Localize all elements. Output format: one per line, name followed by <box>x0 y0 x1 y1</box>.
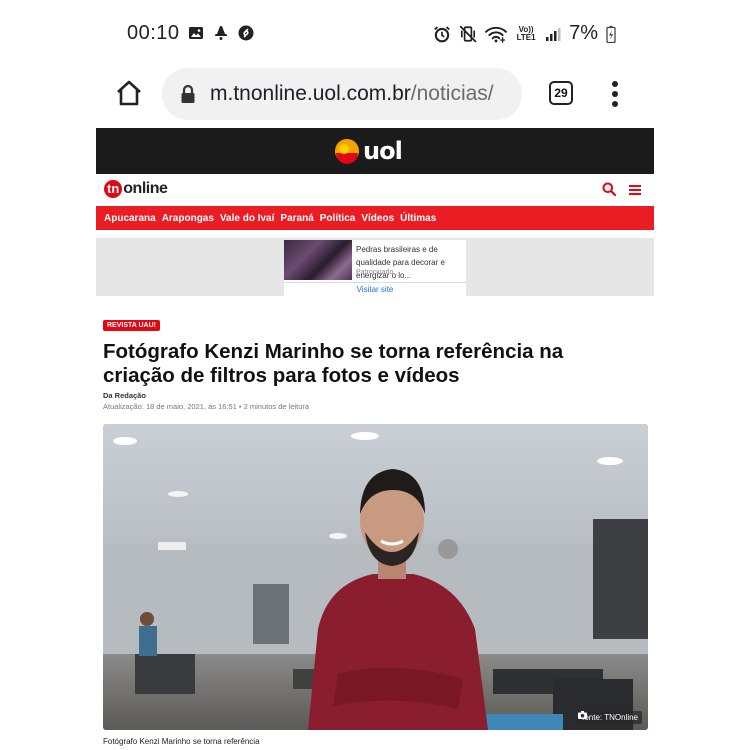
article-headline: Fotógrafo Kenzi Marinho se torna referên… <box>103 340 564 387</box>
status-bar: 00:10 Vo)) LTE1 7% <box>96 0 654 66</box>
lock-icon <box>181 84 195 103</box>
uol-logo[interactable]: uol <box>334 136 403 166</box>
notification-icons <box>188 25 254 41</box>
ad-text: Pedras brasileiras e de qualidade para d… <box>356 245 445 280</box>
phone-screen: 00:10 Vo)) LTE1 7% m.tnonline.uol.com.br… <box>96 0 654 750</box>
ad-banner: Pedras brasileiras e de qualidade para d… <box>96 238 654 296</box>
site-header: tn online <box>96 174 654 206</box>
right-margin <box>654 0 750 750</box>
gallery-icon <box>189 27 203 39</box>
browser-toolbar: m.tnonline.uol.com.br/noticias/ 29 <box>96 66 654 122</box>
tnonline-logo-badge: tn <box>104 180 123 198</box>
browser-menu-icon[interactable] <box>610 80 620 108</box>
status-time: 00:10 <box>127 22 180 44</box>
vibrate-mute-icon <box>459 24 477 43</box>
nav-item-parana[interactable]: Paraná <box>280 213 313 224</box>
alarm-icon <box>434 25 451 42</box>
url-bar[interactable]: m.tnonline.uol.com.br/noticias/ <box>162 68 522 120</box>
ad-sponsor-label: Patrocinado <box>356 269 394 276</box>
shazam-icon <box>238 25 254 41</box>
nav-item-videos[interactable]: Vídeos <box>361 213 394 224</box>
nav-item-vale-do-ivai[interactable]: Vale do Ivaí <box>220 213 274 224</box>
uol-header: uol <box>96 128 654 174</box>
left-margin <box>0 0 96 750</box>
ad-card[interactable]: Pedras brasileiras e de qualidade para d… <box>284 240 466 296</box>
uol-wordmark: uol <box>363 137 403 165</box>
article-meta: Atualização: 18 de maio, 2021, às 16:51 … <box>103 402 310 411</box>
tab-count: 29 <box>554 86 568 100</box>
url-text: m.tnonline.uol.com.br/noticias/ <box>210 82 494 106</box>
home-icon[interactable] <box>114 78 144 108</box>
system-status: Vo)) LTE1 7% <box>433 22 616 45</box>
article-tag[interactable]: REVISTA UAU! <box>103 320 160 331</box>
photo-illustration <box>103 424 648 730</box>
tab-switcher-button[interactable]: 29 <box>549 81 573 105</box>
camera-icon <box>578 711 588 719</box>
nav-item-politica[interactable]: Política <box>320 213 356 224</box>
volte-label: Vo)) LTE1 <box>516 24 536 42</box>
uol-logo-icon <box>335 139 359 164</box>
notification-bell-icon <box>215 26 227 40</box>
category-nav: Apucarana Arapongas Vale do Ivaí Paraná … <box>96 206 654 230</box>
photo-credit-text: fonte: TNOnline <box>582 713 638 722</box>
nav-item-ultimas[interactable]: Últimas <box>400 213 436 224</box>
url-host: m.tnonline.uol.com.br <box>210 82 411 105</box>
photo-caption: Fotógrafo Kenzi Marinho se torna referên… <box>103 737 260 746</box>
battery-percent: 7% <box>569 22 598 44</box>
battery-charging-icon <box>606 25 616 43</box>
photo-credit: fonte: TNOnline <box>578 711 642 724</box>
wifi-icon <box>485 26 507 43</box>
nav-item-arapongas[interactable]: Arapongas <box>162 213 214 224</box>
hamburger-menu-icon[interactable] <box>629 185 641 195</box>
ad-visit-button[interactable]: Visitar site <box>284 282 466 296</box>
nav-item-apucarana[interactable]: Apucarana <box>104 213 156 224</box>
ad-image <box>284 240 352 280</box>
url-path: /noticias/ <box>410 82 494 105</box>
tnonline-logo-word: online <box>123 180 168 197</box>
signal-icon <box>546 27 561 41</box>
tnonline-logo[interactable]: tn online <box>104 180 168 198</box>
search-icon[interactable] <box>602 182 616 196</box>
article-byline: Da Redação <box>103 391 146 400</box>
article-photo[interactable]: fonte: TNOnline <box>103 424 648 730</box>
